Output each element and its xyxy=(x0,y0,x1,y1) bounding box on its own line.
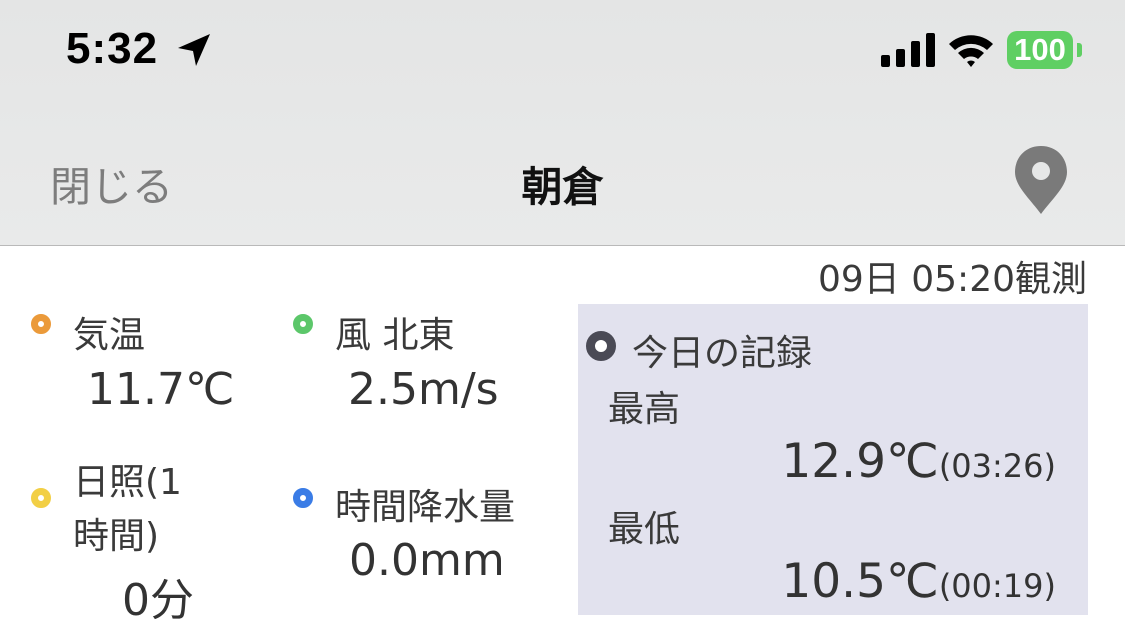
sunshine-dot-icon xyxy=(31,488,51,508)
battery-level: 100 xyxy=(1007,31,1073,69)
record-title: 今日の記録 xyxy=(632,333,813,374)
sunshine-value: 0分 xyxy=(122,575,194,626)
record-high-value: 12.9℃ xyxy=(781,434,939,489)
precipitation-label: 時間降水量 xyxy=(335,487,516,528)
status-time: 5:32 xyxy=(66,24,159,73)
battery-indicator: 100 xyxy=(1007,31,1082,69)
observation-time: 09日 05:20観測 xyxy=(818,259,1087,300)
sunshine-label-line2: 時間) xyxy=(73,516,160,557)
record-low-value: 10.5℃ xyxy=(781,554,939,609)
page-title: 朝倉 xyxy=(521,163,604,211)
battery-cap xyxy=(1077,43,1082,57)
wifi-icon xyxy=(949,35,993,67)
precipitation-value: 0.0mm xyxy=(349,535,505,586)
location-arrow-icon xyxy=(178,34,210,66)
temperature-label: 気温 xyxy=(73,315,146,356)
cellular-signal-icon xyxy=(881,33,935,67)
record-dot-icon xyxy=(586,331,616,361)
record-high: 12.9℃(03:26) xyxy=(781,434,1056,489)
record-high-label: 最高 xyxy=(608,389,681,430)
map-pin-icon[interactable] xyxy=(1012,144,1070,216)
sunshine-label-line1: 日照(1 xyxy=(73,462,182,503)
record-low-time: (00:19) xyxy=(938,567,1056,605)
wind-value: 2.5m/s xyxy=(348,364,499,415)
temperature-dot-icon xyxy=(31,314,51,334)
record-low-label: 最低 xyxy=(608,509,681,550)
record-high-time: (03:26) xyxy=(938,447,1056,485)
nav-header: 5:32 100 閉じる 朝倉 xyxy=(0,0,1125,246)
temperature-value: 11.7℃ xyxy=(87,364,235,415)
wind-dot-icon xyxy=(293,314,313,334)
today-record-panel: 今日の記録 最高 12.9℃(03:26) 最低 10.5℃(00:19) xyxy=(578,304,1088,615)
wind-label: 風 北東 xyxy=(335,315,455,356)
record-low: 10.5℃(00:19) xyxy=(781,554,1056,609)
precipitation-dot-icon xyxy=(293,488,313,508)
